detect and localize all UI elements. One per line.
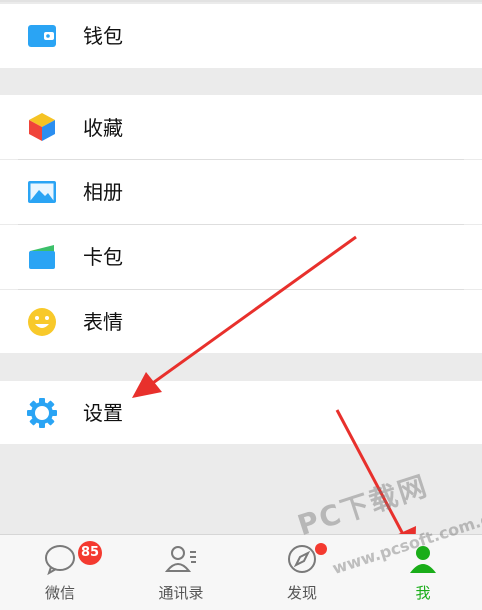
top-separator xyxy=(0,0,482,2)
tab-label-me: 我 xyxy=(415,584,431,602)
card-icon xyxy=(29,245,55,269)
menu-label-stickers: 表情 xyxy=(83,310,123,334)
new-content-dot xyxy=(315,543,327,555)
menu-label-favorites: 收藏 xyxy=(83,116,123,140)
menu-label-album: 相册 xyxy=(83,180,123,204)
menu-label-card-wallet: 卡包 xyxy=(83,245,123,269)
menu-item-card-wallet[interactable]: 卡包 xyxy=(0,225,482,289)
gear-icon xyxy=(27,397,57,428)
tab-label-chats: 微信 xyxy=(44,584,75,602)
menu-label-wallet: 钱包 xyxy=(83,24,123,48)
tab-label-contacts: 通讯录 xyxy=(158,584,204,602)
wallet-icon xyxy=(28,25,56,47)
menu-item-album[interactable]: 相册 xyxy=(0,160,482,224)
menu-item-settings[interactable]: 设置 xyxy=(0,381,482,444)
unread-badge: 85 xyxy=(78,541,102,565)
photo-album-icon xyxy=(28,181,56,203)
menu-label-settings: 设置 xyxy=(83,401,123,425)
menu-item-stickers[interactable]: 表情 xyxy=(0,290,482,353)
menu-item-favorites[interactable]: 收藏 xyxy=(0,95,482,159)
contacts-icon xyxy=(164,546,196,572)
tab-chats[interactable]: 85 微信 xyxy=(10,535,110,610)
smiley-icon xyxy=(28,307,56,336)
compass-icon xyxy=(288,545,316,573)
cube-icon xyxy=(29,113,55,141)
tab-label-discover: 发现 xyxy=(286,584,317,602)
chat-bubble-icon xyxy=(45,545,75,575)
menu-item-wallet[interactable]: 钱包 xyxy=(0,4,482,68)
tab-contacts[interactable]: 通讯录 xyxy=(131,535,231,610)
watermark-logo: PC下载网 xyxy=(293,469,433,543)
